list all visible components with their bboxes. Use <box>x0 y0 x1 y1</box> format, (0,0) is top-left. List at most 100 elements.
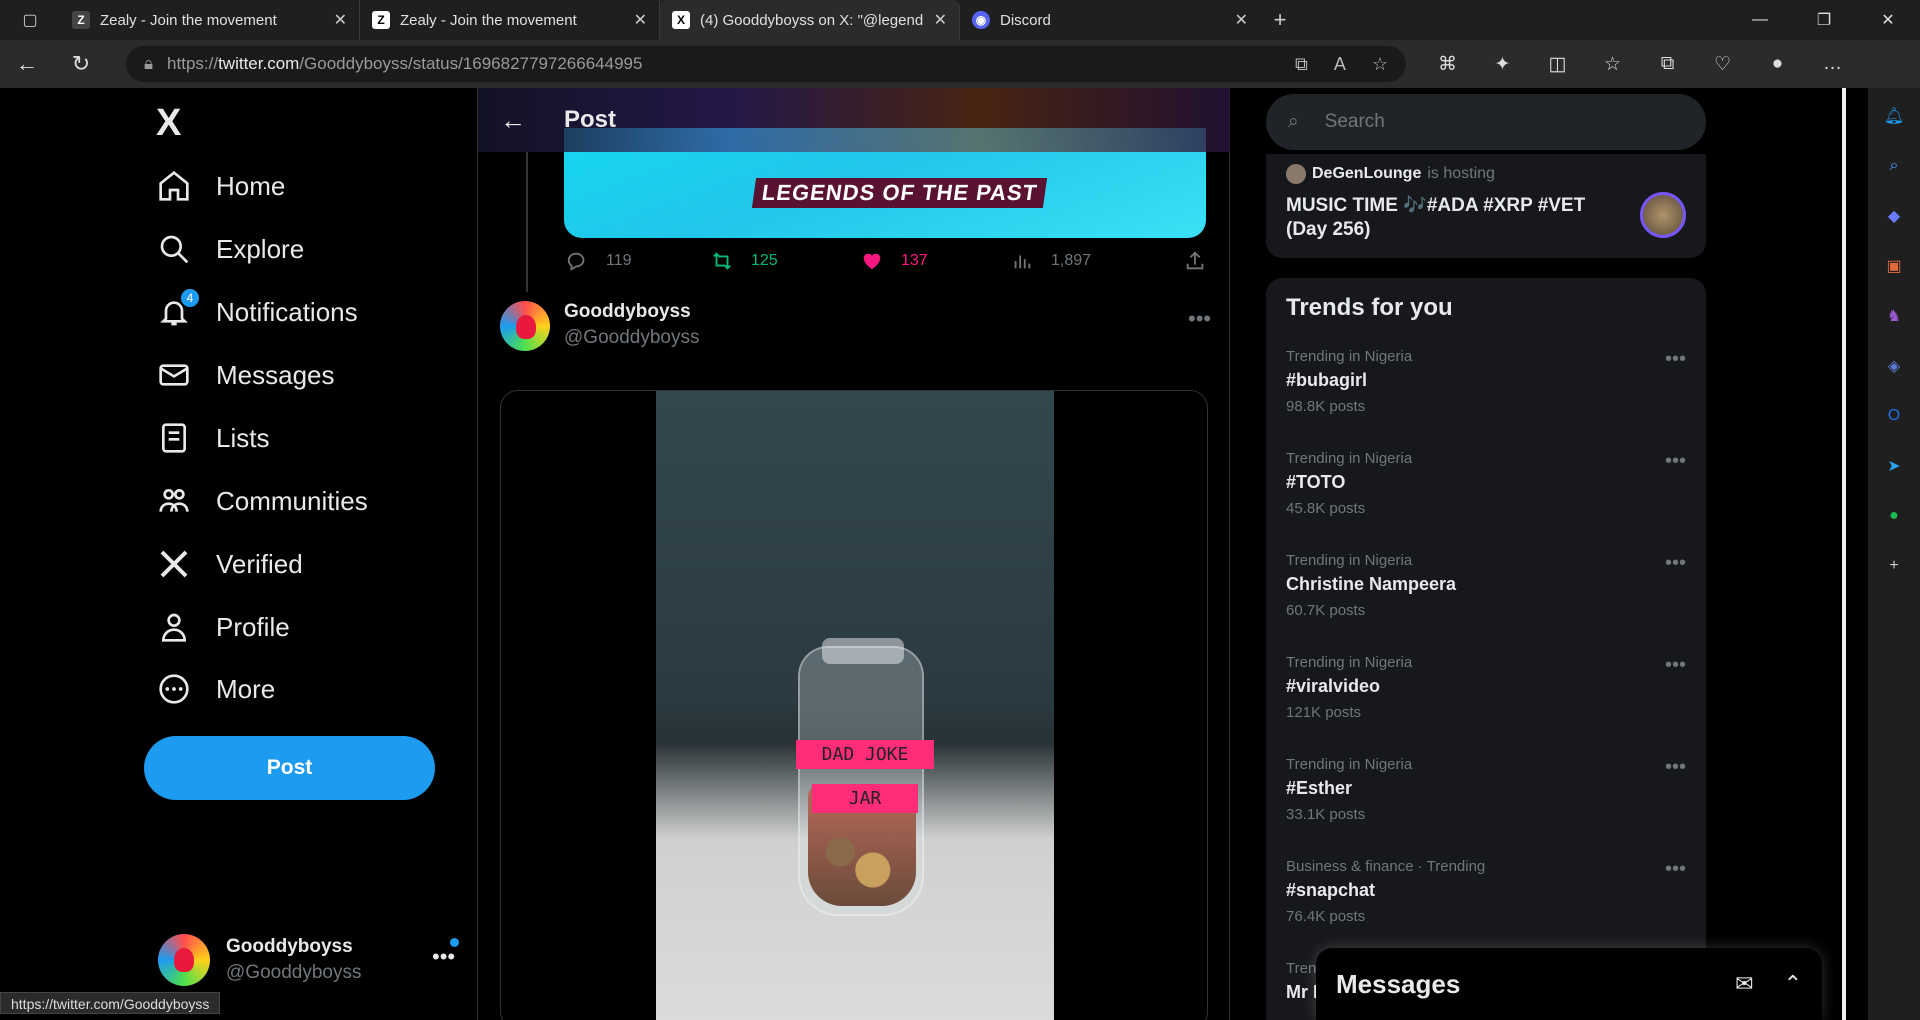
like-button[interactable]: 137 <box>861 250 1011 272</box>
browser-essentials-icon[interactable]: ♡ <box>1695 53 1750 76</box>
browser-tab-discord[interactable]: ◉ Discord ✕ <box>960 0 1260 40</box>
favorites-icon[interactable]: ☆ <box>1585 53 1640 76</box>
right-sidebar: ⌕ Search DeGenLounge is hosting MUSIC TI… <box>1266 88 1706 1020</box>
nav-label: Home <box>216 170 286 201</box>
expand-up-icon[interactable]: ⌃ <box>1784 971 1802 997</box>
profile-avatar-icon[interactable]: ● <box>1750 53 1805 75</box>
close-tab-icon[interactable]: ✕ <box>934 10 947 30</box>
trend-item[interactable]: Trending in Nigeria #viralvideo 121K pos… <box>1286 654 1686 721</box>
close-tab-icon[interactable]: ✕ <box>1235 10 1248 30</box>
send-icon[interactable]: ➤ <box>1880 452 1908 480</box>
close-tab-icon[interactable]: ✕ <box>334 10 347 30</box>
repost-count: 125 <box>751 252 778 269</box>
nav-home[interactable]: Home <box>158 170 285 202</box>
toolbox-icon[interactable]: ▣ <box>1880 252 1908 280</box>
space-title: MUSIC TIME 🎶#ADA #XRP #VET (Day 256) <box>1286 195 1586 240</box>
account-switcher[interactable]: Gooddyboyss @Gooddyboyss <box>158 934 361 986</box>
restore-icon[interactable]: ❐ <box>1792 0 1856 40</box>
trend-item[interactable]: Trending in Nigeria Christine Nampeera 6… <box>1286 552 1686 619</box>
trend-item[interactable]: Business & finance · Trending #snapchat … <box>1286 858 1686 925</box>
nav-label: Communities <box>216 485 368 516</box>
back-arrow-icon[interactable]: ← <box>500 105 526 136</box>
live-space-card[interactable]: DeGenLounge is hosting MUSIC TIME 🎶#ADA … <box>1266 154 1706 258</box>
trends-panel: Trends for you Trending in Nigeria #buba… <box>1266 278 1706 1020</box>
repost-button[interactable]: 125 <box>711 250 861 272</box>
banner-logo-text: LEGENDS OF THE PAST <box>751 178 1048 208</box>
more-horizontal-icon[interactable]: ••• <box>1665 450 1686 473</box>
post-button[interactable]: Post <box>144 736 435 800</box>
browser-tab-zealy-1[interactable]: Z Zealy - Join the movement ✕ <box>60 0 360 40</box>
favorite-star-icon[interactable]: ☆ <box>1372 54 1388 75</box>
bell-icon[interactable]: 🔔︎ <box>1880 102 1908 130</box>
tag-icon[interactable]: ◆ <box>1880 202 1908 230</box>
settings-more-icon[interactable]: … <box>1805 53 1860 75</box>
split-screen-icon[interactable]: ◫ <box>1530 53 1585 76</box>
view-count: 1,897 <box>1051 252 1092 269</box>
close-tab-icon[interactable]: ✕ <box>634 10 647 30</box>
tab-actions-icon[interactable]: ▢ <box>0 0 60 40</box>
new-message-icon[interactable]: ✉ <box>1735 971 1753 997</box>
more-horizontal-icon[interactable]: ••• <box>1665 552 1686 575</box>
minimize-icon[interactable]: — <box>1728 0 1792 40</box>
open-app-icon[interactable]: ⧉ <box>1295 54 1308 75</box>
reply-icon <box>567 252 585 271</box>
share-button[interactable] <box>1184 250 1206 272</box>
games-icon[interactable]: ♞ <box>1880 302 1908 330</box>
zealy-favicon-icon: Z <box>72 11 90 29</box>
more-horizontal-icon[interactable]: ••• <box>1188 306 1211 332</box>
nav-label: Explore <box>216 233 305 264</box>
video-frame[interactable]: DAD JOKE JAR <box>656 391 1054 1020</box>
x-verified-icon <box>160 550 188 578</box>
video-player[interactable]: DAD JOKE JAR <box>500 390 1208 1020</box>
trend-item[interactable]: Trending in Nigeria #TOTO 45.8K posts ••… <box>1286 450 1686 517</box>
nav-communities[interactable]: Communities <box>158 485 368 517</box>
nav-notifications[interactable]: 4 Notifications <box>158 288 358 328</box>
envelope-icon <box>159 364 189 386</box>
reply-button[interactable]: 119 <box>566 250 711 272</box>
collections-icon[interactable]: ⧉ <box>1640 53 1695 75</box>
reply-author[interactable]: Gooddyboyss @Gooddyboyss <box>500 301 699 351</box>
copilot-icon[interactable]: ◈ <box>1880 352 1908 380</box>
spotify-icon[interactable]: ● <box>1880 502 1908 530</box>
more-horizontal-icon[interactable]: ••• <box>1665 858 1686 881</box>
nav-lists[interactable]: Lists <box>158 422 269 454</box>
nav-profile[interactable]: Profile <box>158 611 290 643</box>
outlook-icon[interactable]: O <box>1880 402 1908 430</box>
more-horizontal-icon[interactable]: ••• <box>1665 756 1686 779</box>
left-navigation: X Home Explore 4 Notifications Messages … <box>4 88 478 1020</box>
more-horizontal-icon[interactable]: ••• <box>432 944 455 970</box>
author-name[interactable]: Gooddyboyss <box>564 301 699 323</box>
messages-drawer[interactable]: Messages ✉ ⌃ <box>1316 948 1822 1020</box>
main-column: ← Post LEGENDS OF THE PAST 119 125 137 1… <box>478 88 1230 1020</box>
nav-messages[interactable]: Messages <box>158 359 335 391</box>
add-icon[interactable]: + <box>1880 552 1908 580</box>
page-scrollbar[interactable] <box>1842 88 1846 1020</box>
more-horizontal-icon[interactable]: ••• <box>1665 348 1686 371</box>
search-icon[interactable]: ⌕ <box>1880 152 1908 180</box>
views-button[interactable]: 1,897 <box>1011 250 1176 272</box>
read-aloud-icon[interactable]: A <box>1334 54 1346 75</box>
refresh-icon[interactable]: ↻ <box>54 40 108 88</box>
close-window-icon[interactable]: ✕ <box>1856 0 1920 40</box>
trend-item[interactable]: Trending in Nigeria #Esther 33.1K posts … <box>1286 756 1686 823</box>
more-horizontal-icon[interactable]: ••• <box>1665 654 1686 677</box>
search-input[interactable]: ⌕ Search <box>1266 94 1706 150</box>
extensions-icon[interactable]: ✦ <box>1475 53 1530 76</box>
list-icon <box>162 423 186 453</box>
x-logo-icon[interactable]: X <box>156 102 181 145</box>
new-tab-icon[interactable]: + <box>1260 7 1300 33</box>
back-icon[interactable]: ← <box>0 40 54 88</box>
browser-tab-twitter[interactable]: X (4) Gooddyboyss on X: "@legend ✕ <box>660 0 960 40</box>
avatar[interactable] <box>500 301 550 351</box>
nav-explore[interactable]: Explore <box>158 233 304 265</box>
app-icon[interactable]: ⌘ <box>1420 53 1475 76</box>
nav-verified[interactable]: Verified <box>158 548 303 580</box>
address-bar[interactable]: 🔒︎ https://twitter.com/Gooddyboyss/statu… <box>126 46 1406 82</box>
heart-icon <box>863 253 881 270</box>
trend-item[interactable]: Trending in Nigeria #bubagirl 98.8K post… <box>1286 348 1686 415</box>
nav-more[interactable]: More <box>158 673 275 705</box>
tab-title: (4) Gooddyboyss on X: "@legend <box>700 11 924 29</box>
browser-tab-zealy-2[interactable]: Z Zealy - Join the movement ✕ <box>360 0 660 40</box>
author-handle[interactable]: @Gooddyboyss <box>564 327 699 349</box>
nav-label: Profile <box>216 611 290 642</box>
